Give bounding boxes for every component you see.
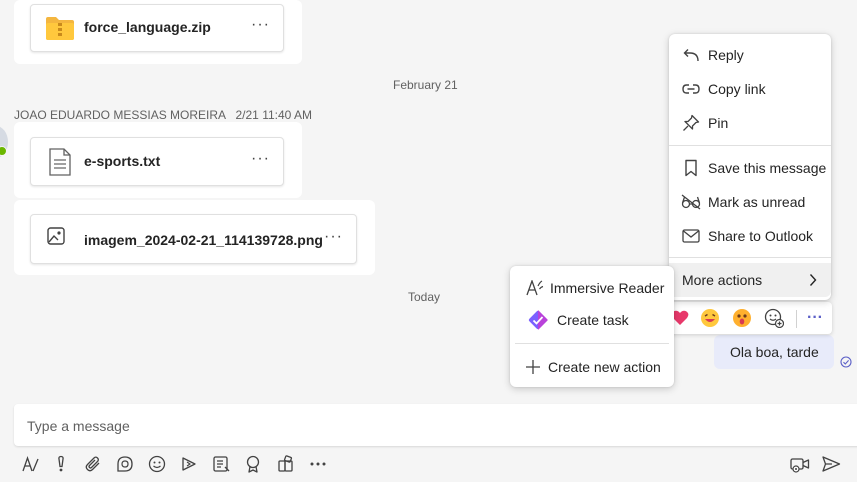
more-dots: ···	[807, 309, 823, 326]
menu-item-label: Immersive Reader	[550, 280, 665, 296]
file-name: imagem_2024-02-21_114139728.png	[84, 232, 323, 248]
menu-item-label: Pin	[708, 115, 729, 131]
menu-item-label: Reply	[708, 47, 744, 63]
reply-icon	[680, 44, 702, 66]
immersive-reader-icon	[524, 277, 546, 299]
compose-placeholder: Type a message	[27, 418, 130, 434]
mail-icon	[680, 225, 702, 247]
menu-item-mark-unread[interactable]: Mark as unread	[669, 186, 831, 218]
pin-icon	[680, 112, 702, 134]
emoji-icon[interactable]	[147, 454, 167, 474]
glasses-off-icon	[680, 191, 702, 213]
presence-available-icon	[0, 146, 7, 156]
reaction-bar-divider	[796, 310, 797, 328]
sender-name: JOAO EDUARDO MESSIAS MOREIRA	[14, 108, 227, 122]
menu-item-label: Save this message	[708, 160, 827, 176]
link-icon	[680, 78, 702, 100]
message-compose-box[interactable]: Type a message	[14, 404, 857, 446]
attach-icon[interactable]	[83, 454, 103, 474]
menu-item-copy-link[interactable]: Copy link	[669, 73, 831, 105]
surprised-emoji-button[interactable]	[730, 306, 754, 330]
file-more-options-button[interactable]: ···	[251, 16, 270, 34]
own-message-bubble[interactable]: Ola boa, tarde	[714, 335, 834, 369]
menu-item-label: Create new action	[548, 359, 661, 375]
menu-item-share-outlook[interactable]: Share to Outlook	[669, 220, 831, 252]
text-file-icon	[48, 148, 72, 181]
chevron-right-icon	[809, 273, 817, 290]
date-separator: Today	[408, 290, 441, 304]
loop-icon[interactable]	[115, 454, 135, 474]
file-more-options-button[interactable]: ···	[324, 228, 343, 246]
menu-item-label: Share to Outlook	[708, 228, 814, 244]
menu-item-pin[interactable]: Pin	[669, 107, 831, 139]
menu-divider	[515, 343, 669, 344]
menu-item-label: Create task	[557, 312, 629, 328]
send-icon[interactable]	[821, 454, 841, 474]
own-message-text: Ola boa, tarde	[730, 344, 819, 360]
add-reaction-icon[interactable]	[762, 306, 786, 330]
video-clip-icon[interactable]	[790, 454, 810, 474]
menu-item-label: Mark as unread	[708, 194, 806, 210]
menu-divider	[669, 145, 831, 146]
file-card-image[interactable]: imagem_2024-02-21_114139728.png ···	[30, 214, 357, 264]
bookmark-icon	[680, 157, 702, 179]
menu-item-more-actions[interactable]: More actions	[669, 263, 831, 297]
menu-item-reply[interactable]: Reply	[669, 39, 831, 71]
more-options-icon[interactable]	[308, 454, 328, 474]
more-options-button[interactable]: ···	[803, 306, 827, 330]
message-read-receipt-icon	[840, 355, 852, 373]
menu-item-create-new-action[interactable]: Create new action	[510, 351, 674, 383]
menu-item-save[interactable]: Save this message	[669, 152, 831, 184]
menu-item-label: Copy link	[708, 81, 766, 97]
file-card-txt[interactable]: e-sports.txt ···	[30, 137, 284, 186]
date-separator: February 21	[393, 78, 458, 92]
praise-icon[interactable]	[243, 454, 263, 474]
apps-icon[interactable]	[276, 454, 296, 474]
important-icon[interactable]	[51, 454, 71, 474]
file-more-options-button[interactable]: ···	[251, 150, 270, 168]
message-context-menu: Reply Copy link Pin Save this message Ma…	[669, 34, 831, 300]
laughing-emoji-button[interactable]	[698, 306, 722, 330]
sticker-icon[interactable]	[211, 454, 231, 474]
menu-item-create-task[interactable]: Create task	[510, 304, 674, 336]
zip-folder-icon	[45, 15, 75, 46]
menu-item-label: More actions	[682, 272, 763, 288]
menu-divider	[669, 257, 831, 258]
file-name: e-sports.txt	[84, 153, 161, 169]
more-actions-submenu: Immersive Reader Create task Create new …	[510, 266, 674, 387]
file-name: force_language.zip	[84, 19, 211, 35]
file-card-zip[interactable]: force_language.zip ···	[30, 4, 284, 52]
format-icon[interactable]	[20, 454, 40, 474]
planner-task-icon	[527, 309, 549, 331]
menu-item-immersive-reader[interactable]: Immersive Reader	[510, 272, 674, 304]
message-timestamp: 2/21 11:40 AM	[235, 108, 313, 122]
plus-icon	[522, 356, 544, 378]
image-file-icon	[47, 227, 65, 250]
gif-icon[interactable]	[179, 454, 199, 474]
